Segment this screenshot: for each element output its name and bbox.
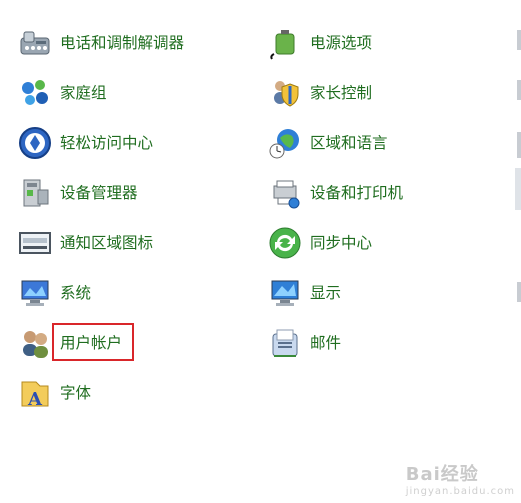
ease-of-access-icon [18, 126, 52, 160]
item-label: 区域和语言 [310, 134, 388, 152]
sync-center-icon [268, 226, 302, 260]
user-accounts-icon [18, 326, 52, 360]
item-label: 家庭组 [60, 84, 107, 102]
display-icon [268, 276, 302, 310]
item-system[interactable]: 系统 [18, 275, 91, 311]
item-label: 家长控制 [310, 84, 373, 102]
right-edge-strip [515, 168, 521, 210]
item-ease-of-access[interactable]: 轻松访问中心 [18, 125, 153, 161]
item-label: 电源选项 [310, 34, 373, 52]
item-display[interactable]: 显示 [268, 275, 341, 311]
item-parental-controls[interactable]: 家长控制 [268, 75, 372, 111]
item-sync-center[interactable]: 同步中心 [268, 225, 372, 261]
region-language-icon [268, 126, 302, 160]
item-power-options[interactable]: 电源选项 [268, 25, 372, 61]
item-label: 邮件 [310, 334, 342, 352]
watermark-sub: jingyan.baidu.com [405, 486, 515, 497]
parental-controls-icon [268, 76, 302, 110]
item-label: 设备和打印机 [310, 184, 404, 202]
right-edge-strip [517, 282, 521, 302]
item-region-language[interactable]: 区域和语言 [268, 125, 388, 161]
homegroup-icon [18, 76, 52, 110]
item-label: 显示 [310, 284, 342, 302]
item-label: 用户帐户 [60, 334, 123, 352]
item-label: 设备管理器 [60, 184, 138, 202]
item-label: 同步中心 [310, 234, 373, 252]
mail-icon [268, 326, 302, 360]
item-homegroup[interactable]: 家庭组 [18, 75, 107, 111]
item-label: 电话和调制解调器 [60, 34, 185, 52]
devices-printers-icon [268, 176, 302, 210]
power-options-icon [268, 26, 302, 60]
item-device-manager[interactable]: 设备管理器 [18, 175, 138, 211]
item-label: 轻松访问中心 [60, 134, 154, 152]
item-phone-modem[interactable]: 电话和调制解调器 [18, 25, 184, 61]
item-notification-area[interactable]: 通知区域图标 [18, 225, 153, 261]
device-manager-icon [18, 176, 52, 210]
right-edge-strip [517, 132, 521, 158]
phone-modem-icon [18, 26, 52, 60]
item-label: 字体 [60, 384, 92, 402]
system-icon [18, 276, 52, 310]
item-fonts[interactable]: A 字体 [18, 375, 91, 411]
right-edge-strip [517, 80, 521, 100]
watermark: Bai经验 jingyan.baidu.com [406, 460, 515, 497]
item-user-accounts[interactable]: 用户帐户 [18, 325, 122, 361]
fonts-icon: A [18, 376, 52, 410]
item-label: 系统 [60, 284, 92, 302]
item-label: 通知区域图标 [60, 234, 154, 252]
notification-area-icon [18, 226, 52, 260]
svg-text:A: A [27, 389, 43, 410]
item-devices-printers[interactable]: 设备和打印机 [268, 175, 403, 211]
right-edge-strip [517, 30, 521, 50]
item-mail[interactable]: 邮件 [268, 325, 341, 361]
watermark-main: Bai经验 [405, 464, 479, 485]
